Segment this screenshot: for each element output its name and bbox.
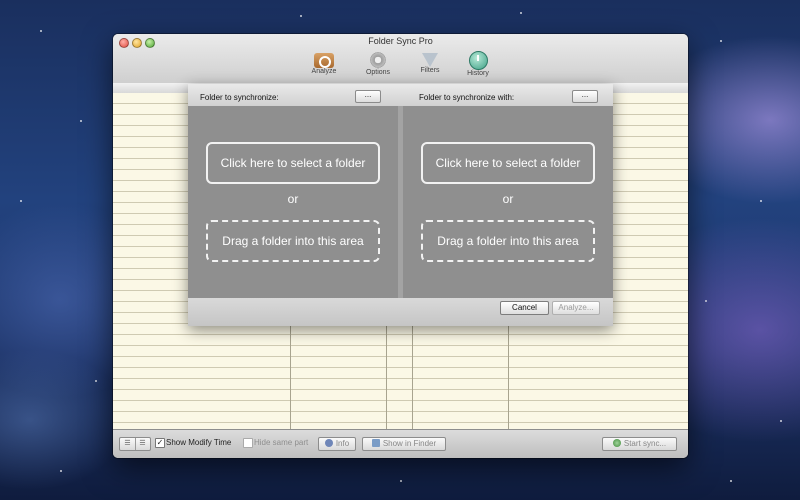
source-or-label: or — [287, 192, 299, 206]
target-select-folder-button[interactable]: Click here to select a folder — [421, 142, 595, 184]
finder-icon — [371, 439, 380, 447]
target-drop-panel[interactable]: Click here to select a folder or Drag a … — [403, 106, 613, 298]
toolbar-analyze-label: Analyze — [311, 68, 337, 75]
bottom-bar: ☰ ☰ ✓ Show Modify Time Hide same part In… — [113, 429, 688, 458]
analyze-button[interactable]: Analyze... — [552, 301, 600, 315]
source-folder-label: Folder to synchronize: — [200, 93, 279, 102]
star — [60, 470, 62, 472]
show-in-finder-label: Show in Finder — [382, 439, 437, 448]
star — [300, 15, 302, 17]
window-title: Folder Sync Pro — [368, 36, 433, 46]
start-sync-label: Start sync... — [623, 439, 667, 448]
title-bar: Folder Sync Pro Analyze Options Filters … — [113, 34, 688, 84]
show-in-finder-button[interactable]: Show in Finder — [362, 437, 446, 451]
detail-view-button[interactable]: ☰ — [135, 438, 150, 450]
source-drop-panel[interactable]: Click here to select a folder or Drag a … — [188, 106, 398, 298]
funnel-icon — [422, 53, 438, 67]
star — [400, 480, 402, 482]
star — [730, 480, 732, 482]
show-modify-time-label: Show Modify Time — [166, 438, 232, 447]
view-mode-segment: ☰ ☰ — [119, 437, 151, 451]
toolbar-history-label: History — [467, 70, 489, 77]
clock-icon — [468, 51, 488, 70]
star — [760, 200, 762, 202]
cancel-button[interactable]: Cancel — [500, 301, 549, 315]
list-view-button[interactable]: ☰ — [120, 438, 136, 450]
toolbar-filters-label: Filters — [420, 67, 440, 74]
toolbar-options-label: Options — [365, 69, 391, 76]
star — [780, 420, 782, 422]
star — [80, 120, 82, 122]
hide-same-part-label: Hide same part — [254, 438, 309, 447]
folder-select-sheet: Folder to synchronize: ... Folder to syn… — [188, 84, 613, 326]
gear-icon — [369, 51, 387, 69]
show-modify-time-checkbox[interactable]: ✓ — [155, 438, 165, 448]
star — [520, 12, 522, 14]
toolbar-filters-button[interactable]: Filters — [410, 51, 450, 74]
info-icon — [324, 439, 333, 447]
star — [20, 200, 22, 202]
star — [95, 380, 97, 382]
star — [705, 300, 707, 302]
toolbar-analyze-button[interactable]: Analyze — [304, 51, 344, 75]
source-drag-zone[interactable]: Drag a folder into this area — [206, 220, 380, 262]
target-drag-zone[interactable]: Drag a folder into this area — [421, 220, 595, 262]
toolbar-options-button[interactable]: Options — [358, 51, 398, 76]
target-browse-button[interactable]: ... — [572, 90, 598, 103]
sheet-header: Folder to synchronize: ... Folder to syn… — [188, 84, 613, 106]
source-select-folder-button[interactable]: Click here to select a folder — [206, 142, 380, 184]
target-folder-label: Folder to synchronize with: — [419, 93, 515, 102]
hide-same-part-checkbox[interactable] — [243, 438, 253, 448]
analyze-icon — [314, 53, 334, 68]
source-browse-button[interactable]: ... — [355, 90, 381, 103]
info-label: Info — [335, 439, 350, 448]
info-button[interactable]: Info — [318, 437, 356, 451]
sync-icon — [612, 439, 621, 447]
target-or-label: or — [502, 192, 514, 206]
start-sync-button[interactable]: Start sync... — [602, 437, 677, 451]
star — [40, 30, 42, 32]
sheet-footer: Cancel Analyze... — [188, 298, 613, 326]
star — [720, 40, 722, 42]
toolbar-history-button[interactable]: History — [458, 51, 498, 77]
